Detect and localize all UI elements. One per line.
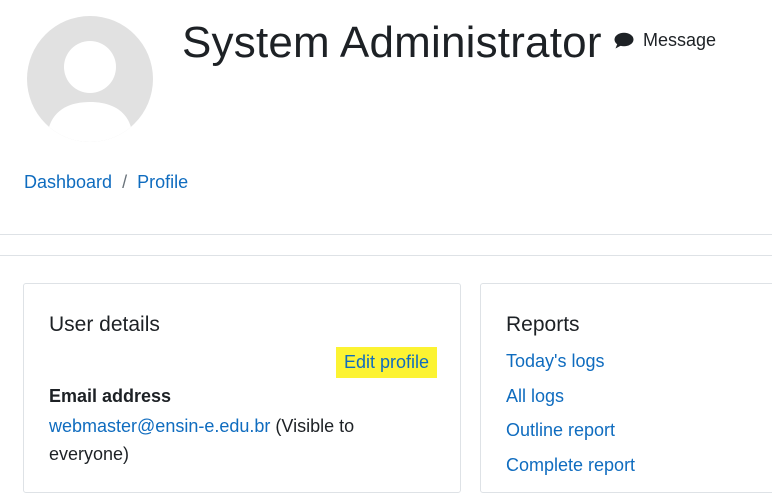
list-item: Outline report xyxy=(506,418,635,453)
divider xyxy=(0,234,772,235)
report-link-outline-report[interactable]: Outline report xyxy=(506,420,615,440)
reports-list: Today's logs All logs Outline report Com… xyxy=(506,349,635,487)
default-user-avatar-icon xyxy=(47,41,133,142)
report-link-all-logs[interactable]: All logs xyxy=(506,386,564,406)
breadcrumb-separator: / xyxy=(122,172,128,192)
user-details-title: User details xyxy=(49,313,160,336)
message-button[interactable]: Message xyxy=(614,28,716,52)
page-title: System Administrator xyxy=(182,18,602,67)
report-link-complete-report[interactable]: Complete report xyxy=(506,455,635,475)
email-value: webmaster@ensin-e.edu.br (Visible to eve… xyxy=(49,412,409,468)
avatar xyxy=(27,16,153,142)
message-label: Message xyxy=(643,29,717,50)
list-item: All logs xyxy=(506,384,635,419)
breadcrumb-profile[interactable]: Profile xyxy=(137,172,188,193)
list-item: Today's logs xyxy=(506,349,635,384)
email-label: Email address xyxy=(49,386,172,406)
reports-title: Reports xyxy=(506,313,580,336)
email-link[interactable]: webmaster@ensin-e.edu.br xyxy=(49,416,270,436)
report-link-todays-logs[interactable]: Today's logs xyxy=(506,351,605,371)
speech-bubble-icon xyxy=(614,32,634,48)
edit-profile-link[interactable]: Edit profile xyxy=(336,347,438,378)
divider xyxy=(0,255,772,256)
list-item: Complete report xyxy=(506,453,635,488)
breadcrumb: Dashboard / Profile xyxy=(24,172,188,193)
breadcrumb-dashboard[interactable]: Dashboard xyxy=(24,172,112,193)
